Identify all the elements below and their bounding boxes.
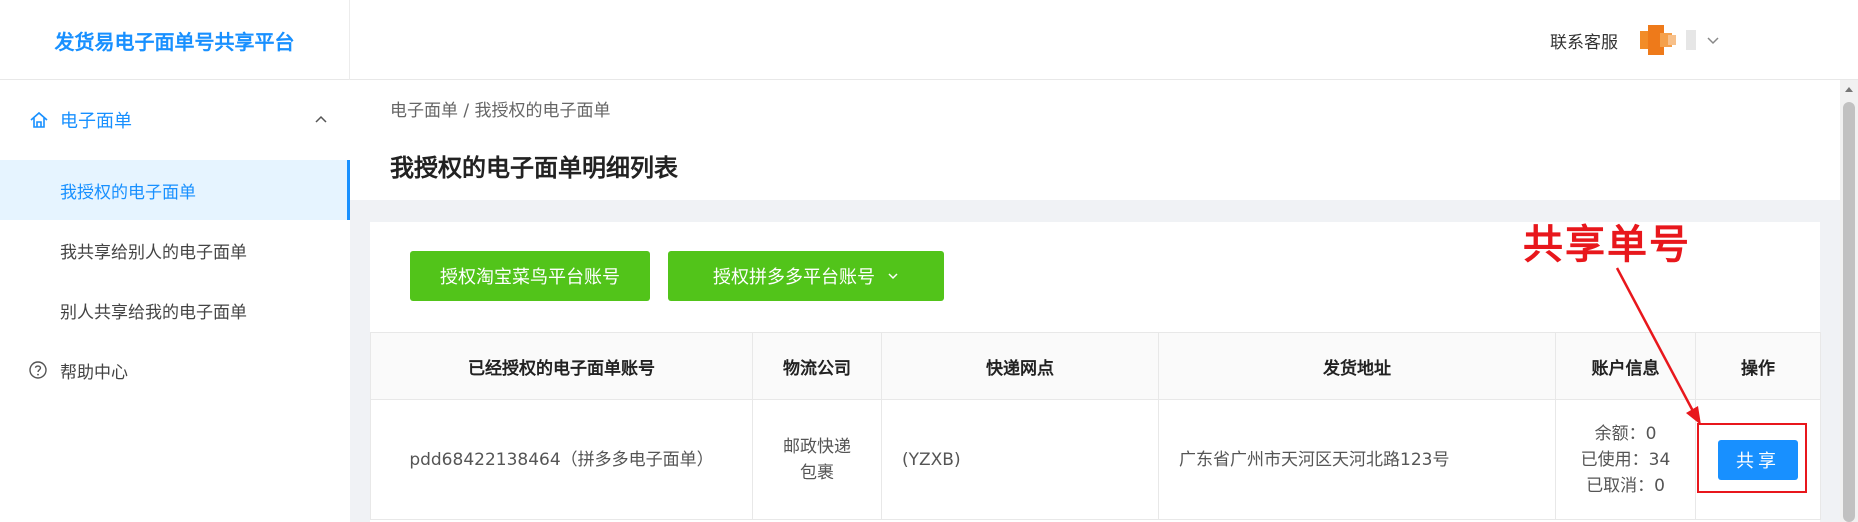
sidebar-item-label: 我共享给别人的电子面单 (60, 242, 247, 263)
authorize-taobao-button[interactable]: 授权淘宝菜鸟平台账号 (410, 251, 650, 301)
sidebar-help-label: 帮助中心 (60, 362, 128, 383)
sidebar-item-my-authorized[interactable]: 我授权的电子面单 (0, 160, 350, 220)
scroll-up-arrow-icon[interactable] (1843, 84, 1855, 96)
chevron-down-icon[interactable] (1706, 33, 1720, 47)
company-line: 邮政快递 (783, 436, 851, 457)
chevron-down-icon (888, 273, 898, 280)
authorize-pdd-label: 授权拼多多平台账号 (713, 267, 875, 287)
username-placeholder[interactable] (1686, 30, 1696, 50)
scrollbar-thumb[interactable] (1843, 102, 1855, 522)
table-row: pdd68422138464（拼多多电子面单） 邮政快递 包裹 (YZXB) 广… (370, 399, 1821, 520)
used-text: 已使用：34 (1580, 449, 1671, 470)
authorize-pdd-button[interactable]: 授权拼多多平台账号 (668, 251, 944, 301)
sidebar-group-label: 电子面单 (60, 111, 132, 132)
annotation-highlight-box (1697, 423, 1807, 493)
column-header-company: 物流公司 (752, 332, 882, 400)
sidebar-item-label: 别人共享给我的电子面单 (60, 302, 247, 323)
cell-account: pdd68422138464（拼多多电子面单） (370, 399, 753, 520)
sidebar-item-shared-to-me[interactable]: 别人共享给我的电子面单 (0, 280, 350, 340)
question-circle-icon (29, 361, 47, 379)
column-header-account: 已经授权的电子面单账号 (370, 332, 753, 400)
sidebar-item-shared-to-others[interactable]: 我共享给别人的电子面单 (0, 220, 350, 280)
top-header: 发货易电子面单号共享平台 联系客服 (0, 0, 1858, 80)
cell-address: 广东省广州市天河区天河北路123号 (1158, 399, 1556, 520)
sidebar: 电子面单 我授权的电子面单 我共享给别人的电子面单 别人共享给我的电子面单 帮助… (0, 80, 350, 522)
sidebar-group-e-waybill[interactable]: 电子面单 (0, 80, 350, 160)
cell-branch: (YZXB) (881, 399, 1159, 520)
table-header-row: 已经授权的电子面单账号 物流公司 快递网点 发货地址 账户信息 操作 (370, 332, 1821, 400)
column-header-branch: 快递网点 (881, 332, 1159, 400)
contact-support-link[interactable]: 联系客服 (1550, 28, 1618, 53)
cell-company: 邮政快递 包裹 (752, 399, 882, 520)
authorized-accounts-table: 已经授权的电子面单账号 物流公司 快递网点 发货地址 账户信息 操作 pdd68… (370, 332, 1821, 520)
column-header-account-info: 账户信息 (1555, 332, 1696, 400)
brand-title[interactable]: 发货易电子面单号共享平台 (0, 0, 350, 80)
user-avatar[interactable] (1636, 23, 1680, 57)
sidebar-item-label: 我授权的电子面单 (60, 182, 196, 203)
balance-text: 余额：0 (1594, 423, 1657, 444)
page-title: 我授权的电子面单明细列表 (390, 154, 678, 182)
page-header: 电子面单 / 我授权的电子面单 我授权的电子面单明细列表 (350, 80, 1840, 200)
annotation-label: 共享单号 (1523, 222, 1691, 268)
column-header-action: 操作 (1695, 332, 1821, 400)
cell-account-info: 余额：0 已使用：34 已取消：0 (1555, 399, 1696, 520)
chevron-up-icon[interactable] (314, 113, 328, 127)
header-user-area: 联系客服 (1550, 0, 1720, 80)
cancelled-text: 已取消：0 (1586, 475, 1665, 496)
home-icon (30, 111, 48, 128)
breadcrumb[interactable]: 电子面单 / 我授权的电子面单 (390, 96, 611, 121)
company-line: 包裹 (800, 462, 834, 483)
sidebar-item-help-center[interactable]: 帮助中心 (0, 340, 350, 400)
column-header-address: 发货地址 (1158, 332, 1556, 400)
